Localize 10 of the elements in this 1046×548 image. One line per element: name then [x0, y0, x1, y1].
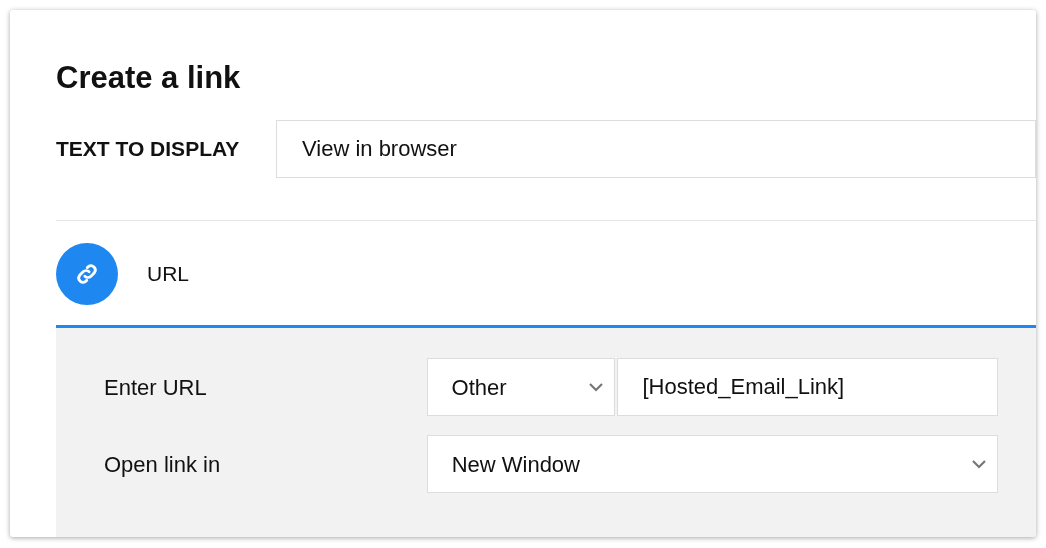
- dropdown[interactable]: New Window: [426, 435, 998, 493]
- dialog-title: Create a link: [56, 59, 242, 97]
- dropdown[interactable]: Other: [426, 358, 616, 416]
- url-field[interactable]: [Hosted_Email_Link]: [617, 358, 998, 416]
- field-label: Enter URL: [104, 373, 208, 402]
- field-label: TEXT TO DISPLAY: [56, 136, 241, 163]
- field-label: Open link in: [104, 450, 222, 479]
- text-field[interactable]: View in browser: [276, 120, 1036, 178]
- chevron-down-icon: [588, 382, 605, 392]
- chevron-down-icon: [971, 459, 987, 469]
